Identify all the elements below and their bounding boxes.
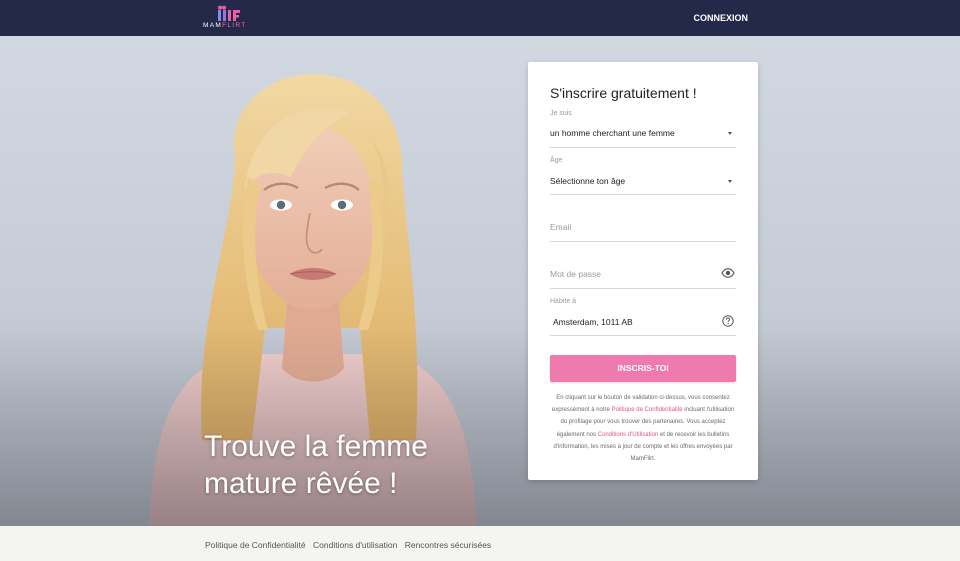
seeking-select[interactable]: Je suis un homme cherchant une femme bbox=[550, 110, 736, 148]
password-field[interactable]: Mot de passe bbox=[550, 254, 736, 289]
email-placeholder: Email bbox=[550, 222, 572, 232]
logo-wordmark-part2: FLIRT bbox=[222, 22, 247, 29]
terms-link[interactable]: Conditions d'Utilisation bbox=[598, 432, 659, 438]
seeking-label: Je suis bbox=[550, 110, 572, 117]
help-circle-icon[interactable] bbox=[722, 315, 734, 327]
hero-section: Trouve la femme mature rêvée ! bbox=[0, 36, 960, 526]
password-placeholder: Mot de passe bbox=[550, 269, 602, 279]
location-label: Habite à bbox=[550, 298, 577, 305]
caret-down-icon bbox=[728, 132, 732, 135]
footer: Politique de Confidentialité Conditions … bbox=[0, 526, 960, 561]
footer-link-safe-dating[interactable]: Rencontres sécurisées bbox=[405, 540, 491, 550]
footer-link-privacy[interactable]: Politique de Confidentialité bbox=[205, 540, 306, 550]
age-value: Sélectionne ton âge bbox=[550, 176, 626, 186]
logo-wordmark: MAMFLIRT bbox=[203, 22, 247, 29]
footer-link-terms[interactable]: Conditions d'utilisation bbox=[313, 540, 397, 550]
email-field[interactable]: Email bbox=[550, 207, 736, 242]
age-select[interactable]: Âge Sélectionne ton âge bbox=[550, 157, 736, 195]
login-link[interactable]: CONNEXION bbox=[693, 13, 748, 23]
signup-card: S'inscrire gratuitement ! Je suis un hom… bbox=[528, 62, 758, 480]
top-navigation-bar: MAMFLIRT CONNEXION bbox=[0, 0, 960, 36]
seeking-value: un homme cherchant une femme bbox=[550, 128, 675, 138]
logo-wordmark-part1: MAM bbox=[203, 22, 223, 29]
footer-links: Politique de Confidentialité Conditions … bbox=[205, 540, 496, 550]
privacy-policy-link[interactable]: Politique de Confidentialité bbox=[612, 407, 683, 413]
location-field[interactable]: Habite à Amsterdam, 1011 AB bbox=[550, 298, 736, 336]
location-value: Amsterdam, 1011 AB bbox=[553, 317, 633, 327]
hero-headline: Trouve la femme mature rêvée ! bbox=[204, 430, 428, 500]
signup-title: S'inscrire gratuitement ! bbox=[550, 85, 697, 101]
signup-submit-button[interactable]: INSCRIS-TOI bbox=[550, 355, 736, 382]
legal-notice: En cliquant sur le bouton de validation … bbox=[548, 392, 738, 465]
eye-icon[interactable] bbox=[721, 268, 735, 278]
logo-mark-icon bbox=[218, 5, 240, 21]
mamflirt-logo[interactable]: MAMFLIRT bbox=[203, 5, 253, 33]
age-label: Âge bbox=[550, 157, 563, 164]
caret-down-icon bbox=[728, 180, 732, 183]
